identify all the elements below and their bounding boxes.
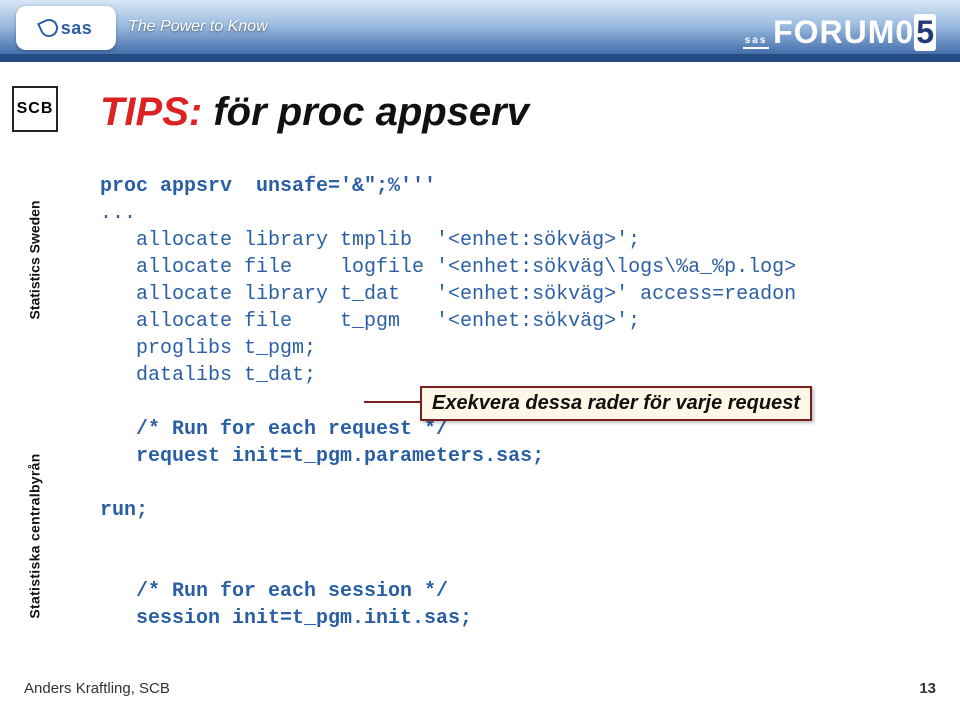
title-tips: TIPS: <box>100 90 202 134</box>
tagline: The Power to Know <box>128 18 268 36</box>
code-line-7: proglibs t_pgm; <box>100 337 316 360</box>
code-line-5: allocate library t_dat '<enhet:sökväg>' … <box>100 283 796 306</box>
header-bottom-bar <box>0 54 960 62</box>
underline-icon <box>743 47 769 49</box>
sidebar-text-1: Statistics Sweden <box>27 200 43 319</box>
forum-sas-prefix: sas <box>743 36 769 49</box>
code-line-11: run; <box>100 499 148 522</box>
code-line-10: request init=t_pgm.parameters.sas; <box>100 445 544 468</box>
title-rest: för proc appserv <box>202 90 529 134</box>
code-line-9: /* Run for each request */ <box>100 418 448 441</box>
content: TIPS: för proc appserv proc appsrv unsaf… <box>100 90 940 632</box>
sas-logo: sas <box>40 18 93 39</box>
forum-year: 0 5 <box>895 14 936 51</box>
code-line-1: proc appsrv unsafe='&";%''' <box>100 175 436 198</box>
callout-connector-line <box>364 401 422 403</box>
footer: Anders Kraftling, SCB 13 <box>24 680 936 697</box>
sidebar-text-2: Statistiska centralbyrån <box>27 453 43 618</box>
forum-logo: sas FORUM 0 5 <box>743 14 936 51</box>
code-line-8: datalibs t_dat; <box>100 364 316 387</box>
forum-word: FORUM <box>773 14 895 51</box>
slide-title: TIPS: för proc appserv <box>100 90 940 135</box>
code-line-4: allocate file logfile '<enhet:sökväg\log… <box>100 256 796 279</box>
footer-author: Anders Kraftling, SCB <box>24 680 170 697</box>
sas-logo-block: sas <box>16 6 116 50</box>
callout-box: Exekvera dessa rader för varje request <box>420 386 812 421</box>
sas-swoosh-icon <box>37 16 61 40</box>
callout-text: Exekvera dessa rader för varje request <box>432 392 800 414</box>
scb-badge: SCB <box>12 86 58 132</box>
footer-page: 13 <box>919 680 936 697</box>
code-line-13: session init=t_pgm.init.sas; <box>100 607 472 630</box>
code-line-3: allocate library tmplib '<enhet:sökväg>'… <box>100 229 640 252</box>
slide: sas The Power to Know sas FORUM 0 5 SCB … <box>0 0 960 707</box>
code-line-12: /* Run for each session */ <box>100 580 448 603</box>
sidebar: SCB Statistics Sweden Statistiska centra… <box>0 62 70 707</box>
code-line-2: ... <box>100 202 136 225</box>
code-line-6: allocate file t_pgm '<enhet:sökväg>'; <box>100 310 640 333</box>
sas-logo-text: sas <box>61 18 93 39</box>
header-bar: sas The Power to Know sas FORUM 0 5 <box>0 0 960 62</box>
